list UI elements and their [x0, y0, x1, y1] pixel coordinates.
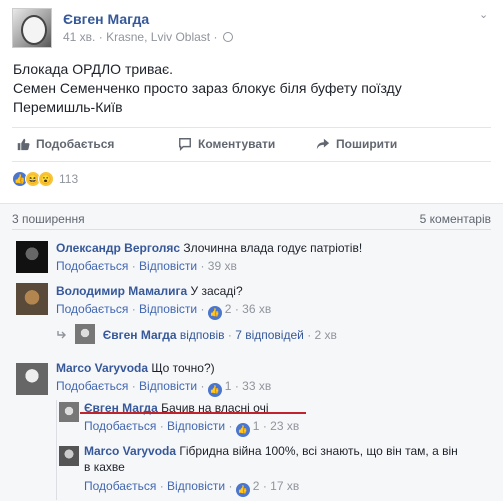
- replied-label: відповів: [179, 328, 225, 342]
- like-icon: 👍: [235, 423, 250, 437]
- comment-time[interactable]: 39 хв: [208, 259, 237, 273]
- thumbs-up-icon: [17, 138, 30, 151]
- post-text: Блокада ОРДЛО триває. Семен Семенченко п…: [13, 60, 493, 117]
- divider: [12, 127, 491, 128]
- facebook-post-card: Євген Магда 41 хв. · Krasne, Lviv Oblast…: [0, 0, 503, 501]
- reply-arrow-icon: [57, 331, 66, 339]
- reactions-summary[interactable]: 👍 😆 😮 113: [12, 171, 78, 187]
- reply-text-continued: в кахве: [84, 460, 125, 474]
- like-icon: 👍: [235, 483, 250, 497]
- author-name[interactable]: Євген Магда: [63, 11, 149, 27]
- chevron-down-icon[interactable]: ⌄: [479, 8, 491, 21]
- commenter-name[interactable]: Marco Varyvoda: [56, 361, 148, 375]
- comment-button[interactable]: Коментувати: [178, 137, 275, 151]
- reply-text: Гібридна війна 100%, всі знають, що він …: [179, 444, 458, 458]
- post-text-line: Перемишль-Київ: [13, 99, 123, 115]
- red-underline-annotation: [80, 412, 306, 414]
- replies-count: 7 відповідей: [235, 328, 304, 342]
- comment-meta: Подобається · Відповісти · 39 хв: [56, 259, 237, 273]
- comment-text: Злочинна влада годує патріотів!: [183, 241, 363, 255]
- comment-like-count[interactable]: 2: [225, 302, 232, 316]
- commenter-name[interactable]: Володимир Мамалига: [56, 284, 187, 298]
- comment-like-count[interactable]: 1: [225, 379, 232, 393]
- commenter-name[interactable]: Marco Varyvoda: [84, 444, 176, 458]
- post-location[interactable]: Krasne, Lviv Oblast: [106, 30, 210, 44]
- avatar[interactable]: [59, 446, 79, 466]
- comment-text: У засаді?: [190, 284, 243, 298]
- reply-author: Євген Магда: [102, 328, 177, 342]
- replies-summary[interactable]: Євген Магда відповів · 7 відповідей · 2 …: [56, 324, 337, 344]
- comment: Marco Varyvoda Що точно?): [56, 360, 486, 376]
- comments-count[interactable]: 5 коментарів: [420, 212, 491, 226]
- comment-label: Коментувати: [198, 137, 276, 151]
- like-icon: 👍: [207, 383, 222, 397]
- comment-meta: Подобається · Відповісти · 👍 2 · 36 хв: [56, 301, 271, 320]
- wow-icon: 😮: [38, 171, 54, 187]
- divider: [12, 229, 491, 230]
- reply-like-link[interactable]: Подобається: [84, 419, 156, 433]
- post-time[interactable]: 41 хв.: [63, 30, 95, 44]
- author-avatar[interactable]: [12, 8, 52, 48]
- comment-text: Що точно?): [151, 361, 215, 375]
- reply-time[interactable]: 23 хв: [270, 419, 299, 433]
- reply-meta: Подобається · Відповісти · 👍 2 · 17 хв: [84, 478, 299, 497]
- post-text-line: Семен Семенченко просто зараз блокує біл…: [13, 80, 402, 96]
- comment-like-link[interactable]: Подобається: [56, 379, 128, 393]
- comment-reply-link[interactable]: Відповісти: [139, 259, 197, 273]
- avatar[interactable]: [59, 402, 79, 422]
- avatar: [75, 324, 96, 344]
- post-text-line: Блокада ОРДЛО триває.: [13, 61, 174, 77]
- commenter-name[interactable]: Олександр Верголяс: [56, 241, 180, 255]
- reply-reply-link[interactable]: Відповісти: [167, 419, 225, 433]
- reply-like-link[interactable]: Подобається: [84, 479, 156, 493]
- share-icon: [316, 138, 330, 150]
- reply-time[interactable]: 17 хв: [270, 479, 299, 493]
- like-button[interactable]: Подобається: [16, 137, 114, 151]
- comment-meta: Подобається · Відповісти · 👍 1 · 33 хв: [56, 378, 271, 397]
- share-label: Поширити: [336, 137, 398, 151]
- reply-like-count[interactable]: 1: [253, 419, 260, 433]
- globe-icon: [222, 32, 233, 42]
- reply: Marco Varyvoda Гібридна війна 100%, всі …: [84, 443, 494, 475]
- comment-like-link[interactable]: Подобається: [56, 259, 128, 273]
- avatar[interactable]: [16, 363, 48, 395]
- avatar[interactable]: [16, 283, 48, 315]
- reaction-count: 113: [59, 172, 79, 186]
- share-button[interactable]: Поширити: [316, 137, 397, 151]
- reply-reply-link[interactable]: Відповісти: [167, 479, 225, 493]
- post-meta: 41 хв. · Krasne, Lviv Oblast ·: [63, 30, 233, 44]
- like-icon: 👍: [207, 306, 222, 320]
- replies-time: 2 хв: [314, 328, 337, 342]
- comment-reply-link[interactable]: Відповісти: [139, 379, 197, 393]
- comment-reply-link[interactable]: Відповісти: [139, 302, 197, 316]
- comment-like-link[interactable]: Подобається: [56, 302, 128, 316]
- reply-meta: Подобається · Відповісти · 👍 1 · 23 хв: [84, 418, 299, 437]
- reply-thread-line: [56, 400, 57, 500]
- comment-icon: [179, 138, 191, 151]
- comment-time[interactable]: 36 хв: [242, 302, 271, 316]
- like-label: Подобається: [36, 137, 115, 151]
- comment: Олександр Верголяс Злочинна влада годує …: [56, 240, 486, 256]
- divider: [12, 161, 491, 162]
- avatar[interactable]: [16, 241, 48, 273]
- comment: Володимир Мамалига У засаді?: [56, 283, 486, 299]
- reply-like-count[interactable]: 2: [253, 479, 260, 493]
- shares-count[interactable]: 3 поширення: [12, 212, 85, 226]
- comment-time[interactable]: 33 хв: [242, 379, 271, 393]
